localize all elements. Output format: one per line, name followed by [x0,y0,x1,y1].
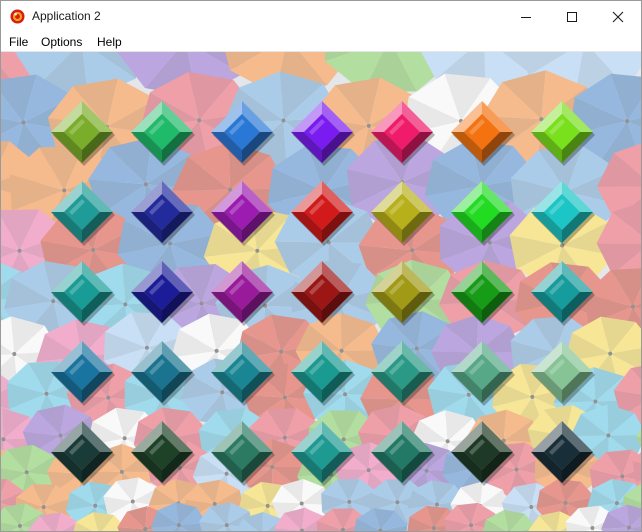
gem-tile[interactable] [131,261,195,326]
gem-tile[interactable] [531,341,595,406]
gem-tile[interactable] [131,101,195,166]
gem-tile[interactable] [51,421,115,486]
gem-tile[interactable] [451,181,515,246]
gem-tile[interactable] [211,341,275,406]
gem-tile[interactable] [531,261,595,326]
red-ball-icon [10,9,25,24]
gem-tile[interactable] [531,101,595,166]
gem-tile[interactable] [211,421,275,486]
game-board[interactable] [1,52,641,531]
close-icon [612,11,624,22]
gem-tile[interactable] [211,101,275,166]
gem-tile[interactable] [51,341,115,406]
gem-tile[interactable] [291,181,355,246]
gem-tile[interactable] [451,261,515,326]
maximize-icon [567,11,577,22]
window-title: Application 2 [32,9,101,23]
gem-tile[interactable] [51,181,115,246]
gem-tile[interactable] [531,181,595,246]
gem-tile[interactable] [371,261,435,326]
gem-tile[interactable] [291,101,355,166]
gem-tile[interactable] [451,101,515,166]
gem-tile[interactable] [371,421,435,486]
gem-grid[interactable] [1,52,641,531]
minimize-icon [521,16,531,18]
gem-tile[interactable] [291,421,355,486]
gem-tile[interactable] [51,261,115,326]
minimize-button[interactable] [503,1,549,32]
gem-tile[interactable] [51,101,115,166]
gem-tile[interactable] [211,261,275,326]
menu-bar: File Options Help [1,32,641,52]
maximize-button[interactable] [549,1,595,32]
gem-tile[interactable] [291,261,355,326]
gem-tile[interactable] [371,181,435,246]
close-button[interactable] [595,1,641,32]
gem-tile[interactable] [371,101,435,166]
gem-tile[interactable] [371,341,435,406]
menu-file[interactable]: File [9,34,28,50]
gem-tile[interactable] [131,421,195,486]
menu-help[interactable]: Help [97,34,122,50]
gem-tile[interactable] [451,421,515,486]
gem-tile[interactable] [131,181,195,246]
gem-tile[interactable] [451,341,515,406]
gem-tile[interactable] [131,341,195,406]
application-window: Application 2 File Options Help [0,0,642,532]
gem-tile[interactable] [291,341,355,406]
gem-tile[interactable] [211,181,275,246]
title-bar[interactable]: Application 2 [1,1,641,32]
menu-options[interactable]: Options [41,34,82,50]
gem-tile[interactable] [531,421,595,486]
